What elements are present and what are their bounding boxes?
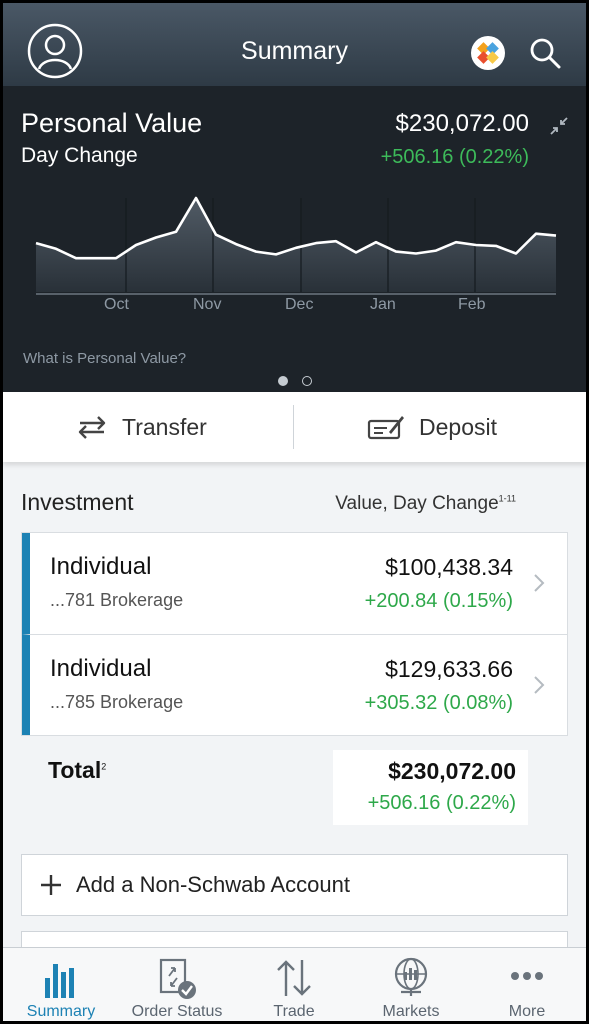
tab-label: More — [508, 1003, 546, 1020]
tab-markets[interactable]: Markets — [353, 948, 469, 1021]
total-label: Total2 — [48, 757, 106, 784]
account-number: ...785 Brokerage — [50, 692, 184, 712]
deposit-label: Deposit — [419, 413, 497, 440]
action-bar: Transfer Deposit — [3, 392, 586, 462]
total-day-change: +506.16 (0.22%) — [367, 792, 516, 814]
more-dots-icon — [511, 972, 543, 980]
account-row-785[interactable]: Individual ...785 Brokerage $129,633.66 … — [22, 634, 567, 735]
value-day-change-heading: Value, Day Change1-11 — [335, 493, 516, 515]
page-dot-inactive[interactable] — [301, 376, 312, 386]
personal-value-panel[interactable]: Personal Value Day Change $230,072.00 +5… — [3, 86, 586, 392]
month-label-feb: Feb — [458, 296, 486, 313]
total-value: $230,072.00 — [388, 758, 516, 784]
app-screen: Summary Personal Value Day Change $230,0… — [3, 3, 586, 1021]
tab-label: Order Status — [131, 1003, 223, 1020]
chevron-right-icon — [534, 676, 545, 694]
globe-chart-icon — [394, 957, 428, 996]
account-row-781[interactable]: Individual ...781 Brokerage $100,438.34 … — [22, 533, 567, 634]
account-value: $129,633.66 — [385, 656, 513, 682]
month-label-dec: Dec — [285, 296, 314, 313]
day-change-amount: +506.16 (0.22%) — [380, 146, 529, 168]
add-non-schwab-account-button[interactable]: Add a Non-Schwab Account — [21, 854, 568, 916]
bar-chart-icon — [45, 964, 74, 998]
collapse-icon[interactable] — [549, 116, 569, 136]
device-frame: Summary Personal Value Day Change $230,0… — [0, 0, 589, 1024]
account-number: ...781 Brokerage — [50, 590, 184, 610]
trade-arrows-icon — [277, 960, 311, 996]
month-label-oct: Oct — [104, 296, 129, 313]
account-value: $100,438.34 — [385, 554, 513, 580]
value-day-change-label: Value, Day Change — [335, 493, 499, 514]
search-icon[interactable] — [529, 37, 561, 69]
tab-more[interactable]: More — [469, 948, 585, 1021]
account-list: Individual ...781 Brokerage $100,438.34 … — [21, 532, 568, 736]
page-dot-active[interactable] — [277, 376, 288, 386]
tab-summary[interactable]: Summary — [3, 948, 119, 1021]
add-account-label: Add a Non-Schwab Account — [76, 872, 350, 897]
investment-heading: Investment — [21, 489, 134, 515]
top-nav-bar: Summary — [3, 3, 586, 86]
tab-order-status[interactable]: Order Status — [119, 948, 235, 1021]
check-deposit-icon — [367, 416, 404, 440]
tab-label: Summary — [26, 1003, 96, 1020]
tab-label: Trade — [273, 1003, 315, 1020]
deposit-button[interactable]: Deposit — [367, 392, 497, 462]
personal-value-amount: $230,072.00 — [395, 110, 529, 137]
transfer-label: Transfer — [122, 413, 207, 440]
footnote-ref: 1-11 — [498, 493, 516, 504]
what-is-personal-value-link[interactable]: What is Personal Value? — [23, 350, 186, 367]
month-label-nov: Nov — [193, 296, 222, 313]
month-label-jan: Jan — [370, 296, 396, 313]
transfer-arrows-icon — [78, 416, 106, 439]
personal-value-label: Personal Value — [21, 108, 203, 138]
order-status-icon — [159, 958, 196, 999]
total-footnote-ref: 2 — [101, 761, 107, 772]
account-name: Individual — [50, 655, 152, 682]
bottom-tab-bar: Summary Order Status Trade Markets More — [3, 947, 586, 1021]
action-divider — [293, 405, 294, 449]
chevron-right-icon — [534, 574, 545, 592]
tab-trade[interactable]: Trade — [236, 948, 352, 1021]
page-indicator[interactable] — [3, 373, 586, 391]
transfer-button[interactable]: Transfer — [76, 392, 207, 462]
day-change-label: Day Change — [21, 144, 138, 167]
tab-label: Markets — [382, 1003, 440, 1020]
account-day-change: +200.84 (0.15%) — [364, 590, 513, 612]
partner-logo-icon[interactable] — [470, 35, 506, 71]
account-day-change: +305.32 (0.08%) — [364, 692, 513, 714]
account-name: Individual — [50, 553, 152, 580]
total-text: Total — [48, 757, 102, 783]
plus-icon — [41, 875, 61, 895]
